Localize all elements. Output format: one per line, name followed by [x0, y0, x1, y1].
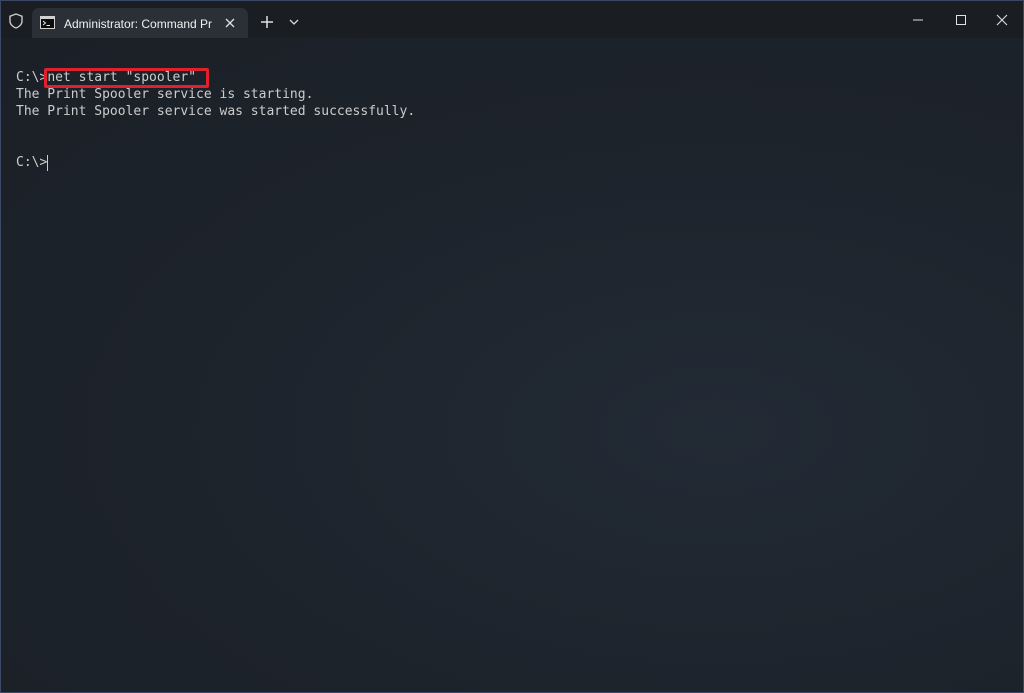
- text-cursor: [47, 155, 48, 171]
- title-bar[interactable]: Administrator: Command Prompt: [1, 1, 1023, 38]
- cmd-icon: [40, 16, 55, 29]
- chevron-down-icon[interactable]: [288, 17, 300, 27]
- shield-icon: [9, 13, 23, 29]
- tab-close-icon[interactable]: [222, 15, 238, 31]
- terminal-window: Administrator: Command Prompt: [0, 0, 1024, 693]
- output-line: The Print Spooler service was started su…: [16, 104, 416, 119]
- minimize-icon: [913, 19, 923, 21]
- close-icon: [996, 14, 1008, 26]
- console-area[interactable]: C:\>net start "spooler" The Print Spoole…: [1, 38, 1023, 692]
- plus-icon[interactable]: [259, 14, 275, 30]
- tab-command-prompt[interactable]: Administrator: Command Prompt: [32, 8, 248, 38]
- output-line: The Print Spooler service is starting.: [16, 87, 314, 102]
- command-highlight-box: [44, 68, 209, 88]
- close-button[interactable]: [981, 1, 1023, 38]
- maximize-icon: [956, 15, 966, 25]
- prompt-text: C:\>: [16, 70, 48, 85]
- maximize-button[interactable]: [940, 1, 982, 38]
- tab-title: Administrator: Command Prompt: [64, 17, 212, 31]
- minimize-button[interactable]: [897, 1, 939, 38]
- current-prompt[interactable]: C:\>: [16, 154, 47, 171]
